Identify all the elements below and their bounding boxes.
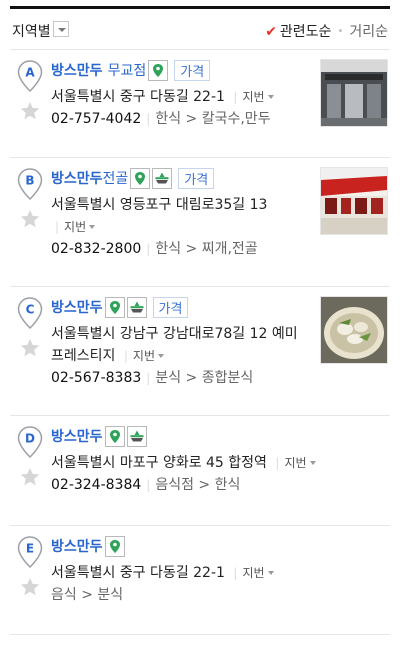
jibun-toggle[interactable]: | 지번 <box>229 90 274 104</box>
caret-down-icon <box>89 225 96 229</box>
address-text: 서울특별시 강남구 강남대로78길 12 예미프레스티지 <box>51 326 298 364</box>
result-item-d: D 방스만두 서울특별시 마포구 양화로 45 합정역 | 지번 02-324-8… <box>10 416 390 526</box>
pin-green-icon[interactable] <box>148 59 169 81</box>
marker-e-icon[interactable]: E <box>17 536 43 568</box>
separator: | <box>146 371 151 385</box>
jibun-toggle[interactable]: | 지번 <box>51 220 96 234</box>
pin-green-icon[interactable] <box>130 167 151 189</box>
phone-number: 02-832-2800 <box>51 241 142 257</box>
svg-text:C: C <box>26 303 35 317</box>
result-item-c: C 방스만두 가격 서울특별시 강남구 강남대로78길 12 예미프레스티지 |… <box>10 287 390 416</box>
check-icon: ✔ <box>265 24 277 40</box>
separator: | <box>146 112 151 126</box>
filter-bar: 지역별 ✔ 관련도순 • 거리순 <box>10 9 390 50</box>
address-text: 서울특별시 중구 다동길 22-1 <box>51 89 225 105</box>
jibun-toggle[interactable]: | 지번 <box>271 456 316 470</box>
place-name-link[interactable]: 방스만두 <box>51 426 103 446</box>
place-name-link[interactable]: 방스만두 <box>51 168 103 188</box>
pin-green-icon[interactable] <box>104 296 125 318</box>
category-text: 한식 > 찌개,전골 <box>155 241 258 257</box>
price-button[interactable]: 가격 <box>152 296 189 318</box>
separator: | <box>146 242 151 256</box>
address-text: 서울특별시 마포구 양화로 45 합정역 <box>51 455 267 471</box>
price-button[interactable]: 가격 <box>174 59 211 81</box>
svg-text:B: B <box>25 174 34 188</box>
bowl-icon[interactable] <box>126 296 147 318</box>
favorite-star-icon[interactable] <box>19 576 41 598</box>
result-item-a: A 방스만두 무교점 가격 서울특별시 중구 다동길 22-1 | 지번 02-7… <box>10 50 390 158</box>
place-name-link[interactable]: 방스만두 <box>51 536 103 556</box>
phone-number: 02-324-8384 <box>51 477 142 493</box>
marker-b-icon[interactable]: B <box>17 168 43 200</box>
caret-down-icon <box>267 95 274 99</box>
caret-down-icon <box>309 461 316 465</box>
caret-down-icon <box>158 354 164 358</box>
storefront-photo[interactable] <box>320 59 388 127</box>
favorite-star-icon[interactable] <box>19 337 41 359</box>
place-name-suffix[interactable]: 전골 <box>103 168 129 188</box>
sort-distance-link[interactable]: 거리순 <box>349 24 388 40</box>
result-item-e: E 방스만두 서울특별시 중구 다동길 22-1 | 지번 음식 > 분식 <box>10 526 390 635</box>
jibun-toggle[interactable]: | 지번 <box>229 566 274 580</box>
category-text: 한식 > 칼국수,만두 <box>155 111 271 127</box>
price-button[interactable]: 가격 <box>178 167 215 189</box>
favorite-star-icon[interactable] <box>19 466 41 488</box>
category-text: 음식 > 분식 <box>51 587 124 603</box>
sort-options: ✔ 관련도순 • 거리순 <box>265 21 388 41</box>
place-name-link[interactable]: 방스만두 <box>51 60 103 80</box>
region-filter-label: 지역별 <box>12 24 51 40</box>
svg-text:A: A <box>25 66 35 80</box>
marker-d-icon[interactable]: D <box>17 426 43 458</box>
favorite-star-icon[interactable] <box>19 100 41 122</box>
marker-c-icon[interactable]: C <box>17 297 43 329</box>
address-text: 서울특별시 중구 다동길 22-1 <box>51 565 225 581</box>
caret-down-icon <box>267 571 274 575</box>
bowl-icon[interactable] <box>152 167 173 189</box>
bowl-icon[interactable] <box>126 425 147 447</box>
sort-relevance-link[interactable]: 관련도순 <box>280 24 332 40</box>
phone-number: 02-567-8383 <box>51 370 142 386</box>
marker-a-icon[interactable]: A <box>17 60 43 92</box>
separator-dot: • <box>337 26 344 37</box>
region-dropdown-button[interactable] <box>53 21 69 37</box>
restaurant-photo[interactable] <box>320 167 388 235</box>
favorite-star-icon[interactable] <box>19 208 41 230</box>
place-name-suffix[interactable]: 무교점 <box>108 60 147 80</box>
jibun-toggle[interactable]: | 지번 <box>120 349 164 363</box>
phone-number: 02-757-4042 <box>51 111 142 127</box>
separator: | <box>146 478 151 492</box>
pin-green-icon[interactable] <box>104 535 125 557</box>
food-photo[interactable] <box>320 296 388 364</box>
category-text: 분식 > 종합분식 <box>155 370 254 386</box>
pin-green-icon[interactable] <box>104 425 125 447</box>
address-text: 서울특별시 영등포구 대림로35길 13 <box>51 197 268 213</box>
result-item-b: B 방스만두 전골 가격 서울특별시 영등포구 대림로35길 13 | 지번 02-… <box>10 158 390 287</box>
svg-text:D: D <box>25 432 35 446</box>
svg-text:E: E <box>26 542 34 556</box>
place-name-link[interactable]: 방스만두 <box>51 297 103 317</box>
category-text: 음식점 > 한식 <box>155 477 241 493</box>
